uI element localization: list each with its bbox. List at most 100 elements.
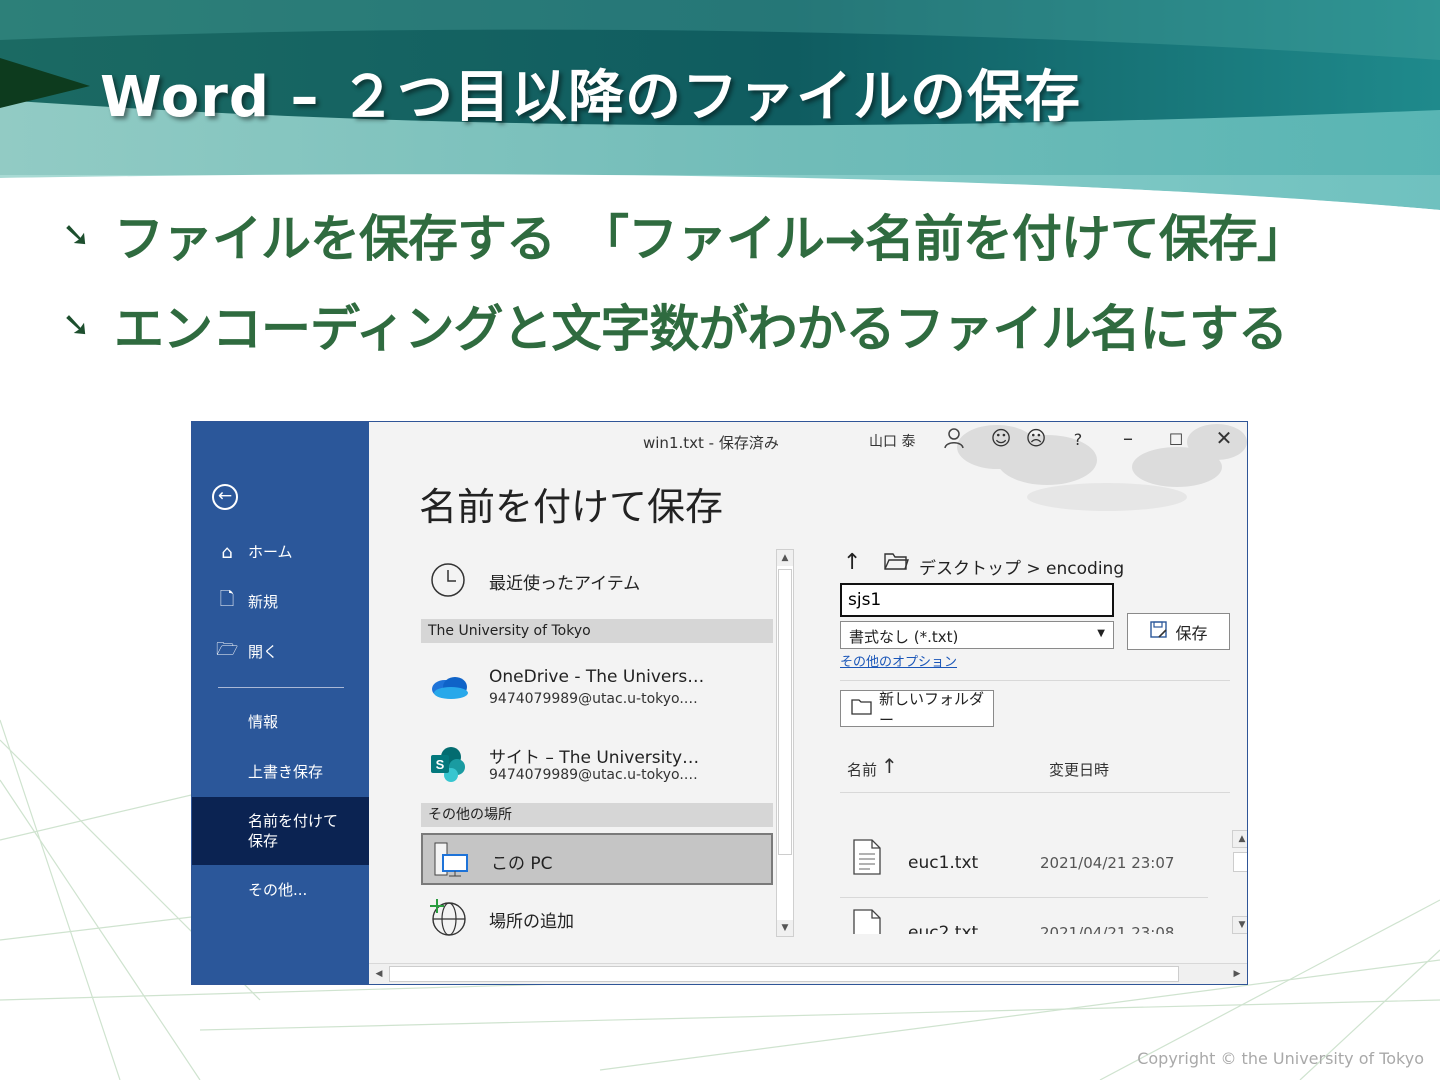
- location-label: 最近使ったアイテム: [489, 574, 641, 594]
- location-recent[interactable]: 最近使ったアイテム: [421, 549, 773, 609]
- location-this-pc[interactable]: この PC: [421, 833, 773, 885]
- location-scrollbar[interactable]: ▲ ▼: [776, 549, 794, 937]
- sidebar-divider: [218, 687, 344, 688]
- sidebar-item-label: 情報: [248, 713, 279, 731]
- file-date: 2021/04/21 23:08: [1040, 924, 1175, 934]
- location-list: 最近使ったアイテム The University of Tokyo OneDri…: [421, 549, 773, 939]
- word-backstage-window: ← ⌂ ホーム 🗋 新規 🗁 開く 情報 上書き保存 名前を付けて保存 その他.…: [191, 421, 1248, 985]
- sidebar-item-save-as[interactable]: 名前を付けて保存: [192, 797, 369, 865]
- onedrive-cloud-icon: [429, 671, 468, 709]
- bullet-item: ➘ ファイルを保存する 「ファイル→名前を付けて保存」: [62, 200, 1307, 270]
- sidebar-item-home[interactable]: ⌂ ホーム: [192, 532, 369, 572]
- globe-add-icon: [429, 897, 467, 936]
- scroll-thumb[interactable]: [1233, 852, 1247, 872]
- user-name[interactable]: 山口 泰: [869, 431, 915, 451]
- bullet-item: ➘ エンコーディングと文字数がわかるファイル名にする: [62, 290, 1288, 360]
- sidebar-item-label: 名前を付けて保存: [248, 812, 339, 850]
- section-header: その他の場所: [421, 803, 773, 827]
- scroll-down-icon[interactable]: ▼: [777, 920, 793, 936]
- backstage-main: win1.txt - 保存済み 山口 泰 ☺ ☹ ? – ☐ ✕ 名前を付けて保…: [369, 422, 1247, 984]
- title-bar: win1.txt - 保存済み 山口 泰 ☺ ☹ ? – ☐ ✕: [369, 422, 1247, 460]
- scroll-up-icon[interactable]: ▲: [1232, 830, 1247, 848]
- file-list-scrollbar[interactable]: ▲ ▼: [1232, 830, 1247, 934]
- folder-icon: [883, 550, 909, 576]
- save-icon: [1149, 620, 1169, 644]
- sidebar-item-label: その他...: [248, 881, 308, 899]
- sidebar-item-label: 上書き保存: [248, 763, 324, 781]
- new-folder-button[interactable]: 新しいフォルダー: [840, 689, 994, 729]
- document-title: win1.txt - 保存済み: [643, 434, 779, 452]
- location-onedrive[interactable]: OneDrive - The Univers… 9474079989@utac.…: [421, 657, 773, 723]
- scroll-left-icon[interactable]: ◀: [371, 966, 387, 982]
- divider: [840, 680, 1230, 681]
- more-options-link[interactable]: その他のオプション: [840, 651, 957, 670]
- divider: [840, 792, 1230, 793]
- sidebar-item-open[interactable]: 🗁 開く: [192, 632, 369, 672]
- divider: [840, 897, 1208, 898]
- location-account: 9474079989@utac.u-tokyo.…: [489, 767, 698, 783]
- help-icon[interactable]: ?: [1063, 430, 1093, 449]
- new-folder-label: 新しいフォルダー: [879, 689, 985, 729]
- folder-icon: [851, 698, 873, 720]
- new-document-icon: 🗋: [219, 589, 235, 610]
- location-account: 9474079989@utac.u-tokyo.…: [489, 691, 698, 707]
- file-row[interactable]: euc1.txt 2021/04/21 23:07: [840, 830, 1208, 896]
- up-folder-icon[interactable]: ↑: [843, 550, 861, 575]
- column-header-date[interactable]: 変更日時: [1049, 759, 1109, 780]
- sidebar-item-info[interactable]: 情報: [192, 702, 369, 742]
- location-label: この PC: [491, 854, 553, 874]
- close-icon[interactable]: ✕: [1209, 426, 1239, 450]
- scroll-thumb[interactable]: [389, 966, 1179, 982]
- save-button[interactable]: 保存: [1127, 613, 1230, 650]
- home-icon: ⌂: [221, 541, 233, 563]
- file-name: euc2.txt: [908, 923, 979, 934]
- scroll-right-icon[interactable]: ▶: [1229, 966, 1245, 982]
- scroll-up-icon[interactable]: ▲: [777, 550, 793, 566]
- file-name: euc1.txt: [908, 853, 979, 873]
- sidebar-item-other[interactable]: その他...: [192, 870, 369, 910]
- text-file-icon: [852, 838, 882, 880]
- frown-feedback-icon[interactable]: ☹: [1021, 426, 1051, 450]
- slide-title: Word – ２つ目以降のファイルの保存: [100, 65, 1081, 130]
- filename-input[interactable]: [840, 583, 1114, 617]
- sidebar-item-label: 開く: [248, 643, 279, 661]
- back-arrow-icon[interactable]: ←: [212, 484, 238, 510]
- copyright: Copyright © the University of Tokyo: [1137, 1049, 1424, 1068]
- svg-text:S: S: [436, 757, 445, 772]
- maximize-icon[interactable]: ☐: [1161, 430, 1191, 449]
- file-row[interactable]: euc2.txt 2021/04/21 23:08: [840, 900, 1208, 934]
- sidebar-item-save[interactable]: 上書き保存: [192, 752, 369, 792]
- location-label: OneDrive - The Univers…: [489, 667, 705, 687]
- backstage-sidebar: ← ⌂ ホーム 🗋 新規 🗁 開く 情報 上書き保存 名前を付けて保存 その他.…: [192, 422, 369, 984]
- computer-icon: [431, 841, 469, 879]
- filetype-select[interactable]: 書式なし (*.txt) ▼: [840, 621, 1114, 649]
- save-button-label: 保存: [1175, 623, 1208, 643]
- file-list: euc1.txt 2021/04/21 23:07 euc2.txt 2021/…: [840, 830, 1208, 934]
- column-header-name[interactable]: 名前: [847, 759, 877, 780]
- file-date: 2021/04/21 23:07: [1040, 854, 1175, 872]
- location-label: 場所の追加: [489, 912, 574, 932]
- filetype-value: 書式なし (*.txt): [849, 628, 959, 646]
- bullet-text: エンコーディングと文字数がわかるファイル名にする: [114, 300, 1288, 358]
- scroll-down-icon[interactable]: ▼: [1232, 916, 1247, 934]
- text-file-icon: [852, 908, 882, 934]
- arrow-down-right-icon: ➘: [62, 215, 91, 255]
- sidebar-item-label: 新規: [248, 593, 279, 611]
- scroll-thumb[interactable]: [778, 569, 792, 855]
- sidebar-item-new[interactable]: 🗋 新規: [192, 582, 369, 622]
- clock-icon: [429, 561, 467, 599]
- sharepoint-icon: S: [429, 745, 467, 783]
- bullet-text: ファイルを保存する 「ファイル→名前を付けて保存」: [114, 210, 1307, 268]
- sidebar-item-label: ホーム: [248, 543, 293, 561]
- location-add-place[interactable]: 場所の追加: [421, 893, 773, 939]
- breadcrumb[interactable]: デスクトップ > encoding: [919, 554, 1124, 579]
- chevron-down-icon: ▼: [1097, 628, 1105, 639]
- smile-feedback-icon[interactable]: ☺: [986, 426, 1016, 450]
- sort-up-icon[interactable]: ↑: [881, 754, 898, 778]
- location-sharepoint-site[interactable]: S サイト – The University… 9474079989@utac.…: [421, 733, 773, 799]
- arrow-down-right-icon: ➘: [62, 305, 91, 345]
- user-avatar-icon[interactable]: [939, 426, 969, 455]
- section-header: The University of Tokyo: [421, 619, 773, 643]
- horizontal-scrollbar[interactable]: ◀ ▶: [369, 963, 1247, 984]
- minimize-icon[interactable]: –: [1113, 426, 1143, 450]
